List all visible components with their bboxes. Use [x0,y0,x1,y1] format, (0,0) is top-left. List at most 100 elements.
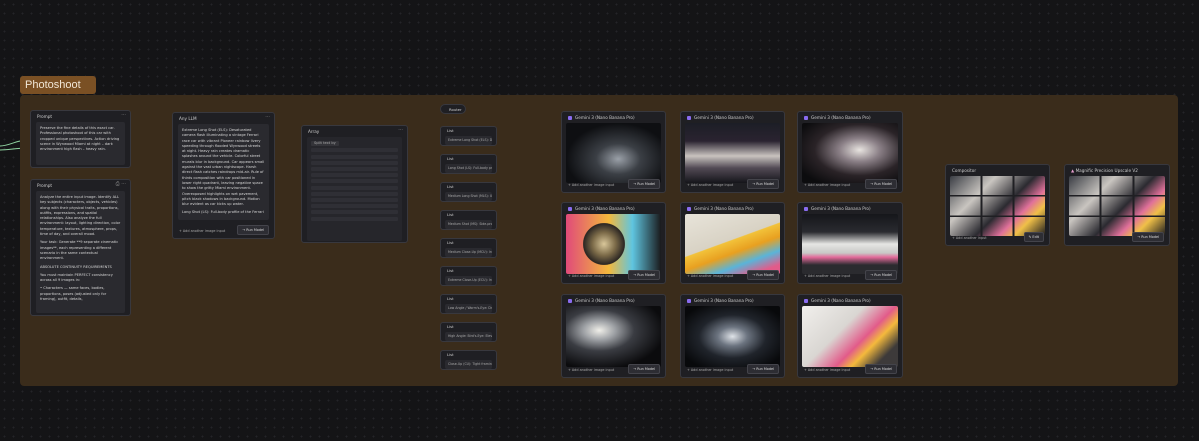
prompt-node-1[interactable]: Prompt ··· Preserve the fine details of … [30,110,131,168]
list-node[interactable]: List Extreme Close-Up (ECU): Intense... [440,266,497,286]
generated-image[interactable] [685,214,780,274]
generated-image[interactable] [802,123,898,183]
run-model-button[interactable]: → Run Model [747,179,779,189]
list-node[interactable]: List Low Angle / Worm's-Eye: Dramat... [440,294,497,314]
compositor-node[interactable]: Compositor + Add another input ✎ Edit [945,164,1050,246]
add-input-link[interactable]: + Add another image input [687,274,733,278]
gemini-node-9[interactable]: Gemini 3 (Nano Banana Pro) + Add another… [797,294,903,378]
run-model-button[interactable]: → Run Model [747,364,779,374]
run-model-button[interactable]: → Run Model [865,179,897,189]
add-input-link[interactable]: + Add another image input [804,274,850,278]
llm-node[interactable]: Any LLM ··· Extreme Long Shot (ELS): Des… [172,112,275,239]
gemini-node-8[interactable]: Gemini 3 (Nano Banana Pro) + Add another… [680,294,785,378]
list-text: Extreme Close-Up (ECU): Intense... [445,276,492,285]
list-text: Medium Close-Up (MCU): Interior... [445,248,492,257]
node-title: List [447,212,454,217]
prompt-node-2[interactable]: Prompt ⎙ ··· Analyze the entire input im… [30,179,131,316]
more-icon[interactable]: ⎙ ··· [116,181,126,187]
generated-image[interactable] [685,306,780,367]
node-title: List [447,324,454,329]
prompt-text[interactable]: Analyze the entire input image. Identify… [36,191,125,313]
prompt-paragraph: Your task: Generate **9 separate cinemat… [40,240,119,261]
more-icon[interactable]: ··· [265,114,270,120]
gemini-icon [687,116,691,120]
group-title[interactable]: Photoshoot [20,76,96,94]
gemini-node-2[interactable]: Gemini 3 (Nano Banana Pro) + Add another… [680,111,785,193]
edit-button[interactable]: ✎ Edit [1023,232,1044,242]
list-node[interactable]: List High Angle: Bird's-Eye: Elevated... [440,322,497,342]
add-input-link[interactable]: + Add another image input [687,368,733,372]
add-input-link[interactable]: + Add another image input [568,183,614,187]
array-node[interactable]: Array ··· Split text by [301,125,408,243]
node-title: Gemini 3 (Nano Banana Pro) [562,295,665,306]
gemini-node-7[interactable]: Gemini 3 (Nano Banana Pro) + Add another… [561,294,666,378]
list-text: Medium Shot (MS): Side-profile... [445,220,492,229]
generated-image[interactable] [566,214,661,274]
upscaled-preview[interactable] [1069,176,1165,236]
add-input-link[interactable]: + Add another image input [568,368,614,372]
prompt-paragraph: • Characters — same faces, bodies, propo… [40,286,107,302]
gemini-icon [687,299,691,303]
list-text: Close-Up (CU): Tight framing on... [445,360,492,369]
generated-image[interactable] [802,214,898,274]
run-model-button[interactable]: → Run Model [628,364,660,374]
split-chip[interactable]: Split text by [311,141,339,147]
list-text: Extreme Long Shot (ELS): Despera... [445,136,492,145]
add-input-link[interactable]: + Add another image input [804,368,850,372]
node-title: List [447,268,454,273]
list-node[interactable]: List Close-Up (CU): Tight framing on... [440,350,497,370]
list-text: Long Shot (LS): Full-body profile... [445,164,492,173]
gemini-node-3[interactable]: Gemini 3 (Nano Banana Pro) + Add another… [797,111,903,193]
generated-image[interactable] [685,123,780,183]
run-model-button[interactable]: → Run Model [628,270,660,280]
run-model-button[interactable]: → Run Model [628,179,660,189]
llm-paragraph: Long Shot (LS): Full-body profile of the… [182,210,264,215]
add-input-link[interactable]: + Add another image input [687,183,733,187]
node-title: List [447,352,454,357]
node-title: Gemini 3 (Nano Banana Pro) [798,203,902,214]
router-title: Router [449,107,462,112]
add-input-link[interactable]: + Add another image input [179,229,225,233]
composite-preview[interactable] [950,176,1045,236]
generated-image[interactable] [566,123,661,183]
prompt-text[interactable]: Preserve the fine details of this exact … [36,122,125,165]
add-input-link[interactable]: + Add another image input [568,274,614,278]
list-node[interactable]: List Extreme Long Shot (ELS): Despera... [440,126,497,146]
router-node[interactable]: Router [440,104,466,114]
run-model-button[interactable]: → Run Model [747,270,779,280]
add-input-link[interactable]: + Add another image input [804,183,850,187]
node-title: Gemini 3 (Nano Banana Pro) [562,112,665,123]
run-model-button[interactable]: → Run Model [865,364,897,374]
more-icon[interactable]: ··· [121,112,126,118]
node-title: Gemini 3 (Nano Banana Pro) [681,112,784,123]
node-title: List [447,156,454,161]
node-title: List [447,296,454,301]
node-title: Any LLM [179,116,197,121]
list-node[interactable]: List Medium Shot (MS): Side-profile... [440,210,497,230]
list-node[interactable]: List Long Shot (LS): Full-body profile..… [440,154,497,174]
gemini-node-4[interactable]: Gemini 3 (Nano Banana Pro) + Add another… [561,202,666,284]
gemini-icon [804,116,808,120]
more-icon[interactable]: ··· [398,127,403,133]
node-title: Gemini 3 (Nano Banana Pro) [681,295,784,306]
list-text: Medium Long Shot (MLS): Ultra-w... [445,192,492,201]
generated-image[interactable] [566,306,661,367]
llm-output[interactable]: Extreme Long Shot (ELS): Desaturated cam… [178,124,269,220]
node-title: Prompt [37,114,53,119]
list-node[interactable]: List Medium Close-Up (MCU): Interior... [440,238,497,258]
node-title: List [447,240,454,245]
run-model-button[interactable]: → Run Model [1132,232,1164,242]
node-title: Gemini 3 (Nano Banana Pro) [681,203,784,214]
generated-image[interactable] [802,306,898,367]
list-node[interactable]: List Medium Long Shot (MLS): Ultra-w... [440,182,497,202]
gemini-icon [568,299,572,303]
array-body: Split text by [307,137,402,241]
upscale-node[interactable]: ▲ Magnific Precision Upscale V2 → Run Mo… [1064,164,1170,246]
gemini-node-6[interactable]: Gemini 3 (Nano Banana Pro) + Add another… [797,202,903,284]
add-input-link[interactable]: + Add another input [952,236,987,240]
node-title: Compositor [952,168,977,173]
gemini-node-1[interactable]: Gemini 3 (Nano Banana Pro) + Add another… [561,111,666,193]
run-model-button[interactable]: → Run Model [865,270,897,280]
gemini-node-5[interactable]: Gemini 3 (Nano Banana Pro) + Add another… [680,202,785,284]
run-model-button[interactable]: → Run Model [237,225,269,235]
